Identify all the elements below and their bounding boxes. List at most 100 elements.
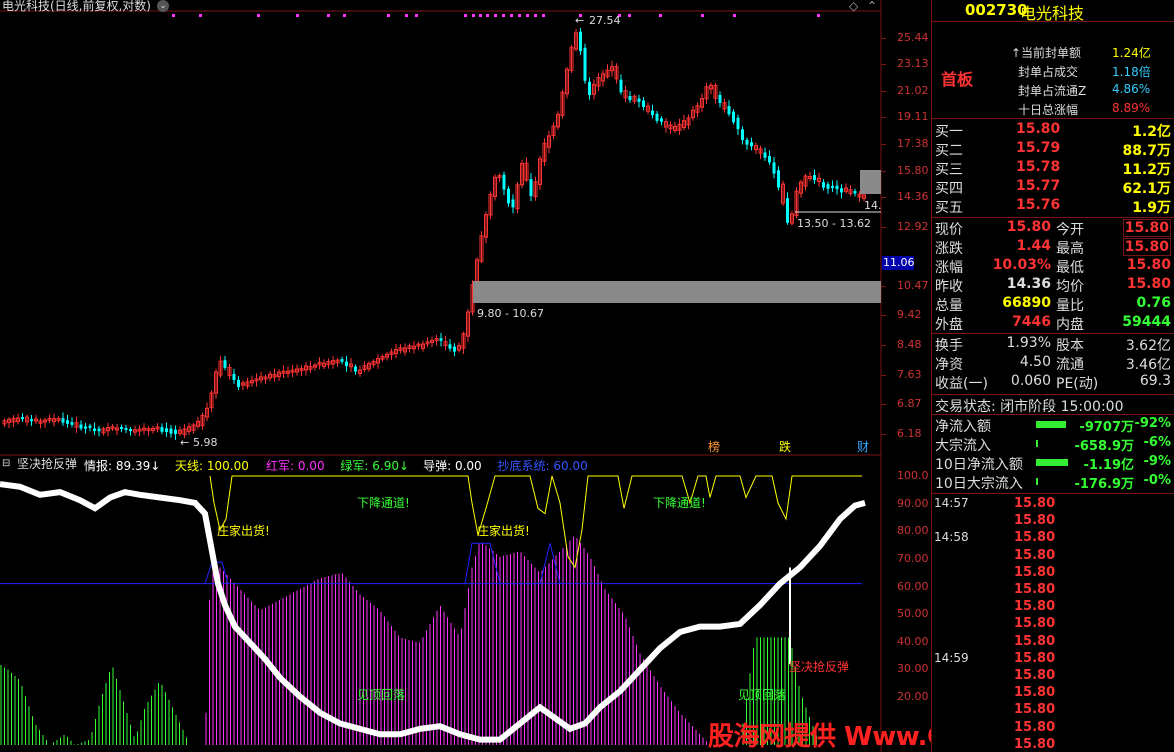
quote-value: 66890 xyxy=(1002,295,1051,311)
bid-price[interactable]: 15.78 xyxy=(1016,159,1060,175)
bid-volume: 62.1万 xyxy=(1122,181,1171,197)
tick-price: 15.80 xyxy=(1014,650,1056,666)
quote-label: 均价 xyxy=(1056,279,1084,295)
price-axis-label: 8.48 xyxy=(897,338,922,351)
fundamental-value: 0.060 xyxy=(1010,373,1051,389)
chevron-down-icon[interactable]: ⌄ xyxy=(157,0,169,12)
flow-label: 大宗流入 xyxy=(935,438,991,454)
indicator-axis-label: 40.00 xyxy=(897,635,929,648)
flow-value: -9707万 xyxy=(1079,420,1134,435)
seal-value: 4.86% xyxy=(1112,82,1151,96)
candle-body xyxy=(84,426,87,429)
candle-body xyxy=(129,429,132,432)
candle-body xyxy=(66,420,69,424)
price-axis-tick xyxy=(881,117,886,118)
low-arrow-icon: ← xyxy=(180,436,190,449)
price-axis-tick xyxy=(881,345,886,346)
quote-value: 1.44 xyxy=(1016,238,1051,254)
bid-price[interactable]: 15.79 xyxy=(1016,140,1060,156)
signal-dot xyxy=(172,14,175,17)
fundamental-label: 换手 xyxy=(935,338,963,354)
candle-body xyxy=(786,198,789,223)
price-axis-tick xyxy=(881,197,886,198)
indicator-axis-label: 100.0 xyxy=(897,469,929,482)
signal-dot xyxy=(542,14,545,17)
signal-dot xyxy=(628,14,631,17)
flow-pct: -0% xyxy=(1143,473,1171,488)
candle-body xyxy=(502,174,506,190)
candle-body xyxy=(120,427,123,430)
price-axis-tick xyxy=(881,434,886,435)
label-peak-fall-2: 见顶回落 xyxy=(738,688,787,702)
signal-dot xyxy=(343,14,346,17)
candle-body xyxy=(655,113,659,121)
label-down-channel-1: 下降通道! xyxy=(357,496,410,510)
tick-time: 14:59 xyxy=(934,650,969,665)
quote-label: 涨跌 xyxy=(935,241,963,257)
quote-label: 昨收 xyxy=(935,279,963,295)
price-axis-tick xyxy=(881,375,886,376)
price-axis-tick xyxy=(881,144,886,145)
price-axis-tick xyxy=(881,286,886,287)
candle-body xyxy=(583,47,587,81)
candle-body xyxy=(741,129,744,141)
tick-price: 15.80 xyxy=(1014,616,1056,632)
flow-pct: -6% xyxy=(1143,435,1171,450)
tag-cai[interactable]: 财 xyxy=(857,440,869,454)
quote-label: 内盘 xyxy=(1056,317,1084,333)
tick-price: 15.80 xyxy=(1014,513,1056,529)
tick-price: 15.80 xyxy=(1014,547,1056,563)
first-board-badge: 首板 xyxy=(941,70,974,89)
seal-value: 8.89% xyxy=(1112,101,1151,115)
candle-body xyxy=(169,428,173,434)
tag-die[interactable]: 跌 xyxy=(779,440,791,454)
main-chart-title: 电光科技(日线,前复权,对数) xyxy=(2,0,151,13)
signal-dot xyxy=(464,14,467,17)
indicator-expand-icon[interactable]: ⊟ xyxy=(2,458,14,470)
quote-value: 0.76 xyxy=(1136,295,1171,311)
candle-body xyxy=(529,179,533,197)
candle-body xyxy=(718,94,722,103)
signal-dot xyxy=(502,14,505,17)
indicator-axis-label: 60.00 xyxy=(897,580,929,593)
chevron-up-icon[interactable]: ⌃ xyxy=(867,0,877,13)
quote-value: 15.80 xyxy=(1122,219,1171,237)
signal-dot xyxy=(296,14,299,17)
candle-body xyxy=(831,185,834,188)
trade-status: 交易状态: 闭市阶段 15:00:00 xyxy=(935,399,1124,415)
price-axis-label: 9.42 xyxy=(897,308,922,321)
diamond-icon[interactable]: ◇ xyxy=(849,0,858,13)
bid-price[interactable]: 15.80 xyxy=(1016,121,1060,137)
fundamental-value: 3.46亿 xyxy=(1125,357,1171,373)
signal-dot xyxy=(494,14,497,17)
candle-body xyxy=(507,188,510,204)
flow-value: -176.9万 xyxy=(1074,477,1134,492)
label-zhuang-2: 庄家出货! xyxy=(477,524,530,538)
price-axis-tick xyxy=(881,404,886,405)
tick-price: 15.80 xyxy=(1014,582,1056,597)
price-band-upper xyxy=(860,170,881,194)
signal-dot xyxy=(526,14,529,17)
price-axis-label: 15.80 xyxy=(897,164,929,177)
high-arrow-icon: ← xyxy=(575,14,585,27)
signal-dot xyxy=(486,14,489,17)
candle-body xyxy=(777,170,780,188)
bid-price[interactable]: 15.77 xyxy=(1016,178,1060,194)
price-axis-label: 19.11 xyxy=(897,110,929,123)
quote-label: 现价 xyxy=(935,222,963,238)
signal-dot xyxy=(817,14,820,17)
candle-body xyxy=(61,418,65,423)
bid-volume: 88.7万 xyxy=(1122,143,1171,159)
candle-body xyxy=(727,106,731,115)
indicator-item: 抄底系统: 60.00 xyxy=(497,459,588,473)
quote-value: 14.36 xyxy=(1006,276,1051,292)
signal-dot xyxy=(479,14,482,17)
tag-bang[interactable]: 榜 xyxy=(708,440,720,454)
price-axis-label: 21.02 xyxy=(897,84,929,97)
seal-label: 封单占流通Z xyxy=(1018,84,1087,98)
bid-price[interactable]: 15.76 xyxy=(1016,197,1060,213)
indicator-item: 绿军: 6.90↓ xyxy=(340,459,410,473)
flow-bar xyxy=(1036,421,1066,428)
candle-body xyxy=(223,360,227,368)
candle-body xyxy=(628,95,632,101)
